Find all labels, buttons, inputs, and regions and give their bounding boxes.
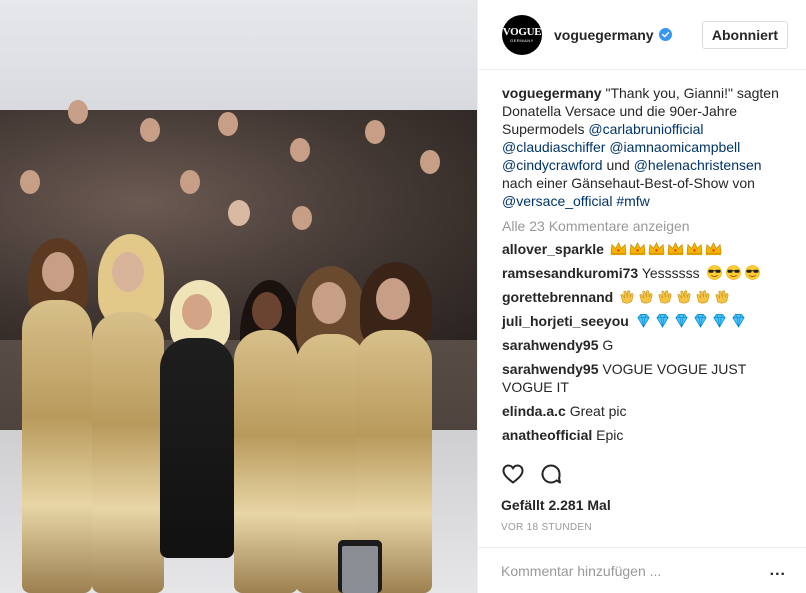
view-all-comments-link[interactable]: Alle 23 Kommentare anzeigen [502,218,782,234]
sunglasses-emoji-icon [704,265,761,281]
caption-username[interactable]: voguegermany [502,85,602,101]
comments-section: voguegermany "Thank you, Gianni!" sagten… [478,70,806,444]
mention-link[interactable]: @claudiaschiffer [502,139,605,155]
comment-text: Yessssss [638,265,704,281]
clapping-hands-emoji-icon [617,289,731,305]
mention-link[interactable]: @carlabruniofficial [588,121,703,137]
avatar[interactable]: VOGUE GERMANY [502,14,542,55]
comment-item: elinda.a.c Great pic [502,402,782,420]
comment-username[interactable]: anatheofficial [502,427,592,443]
comment-item: sarahwendy95 G [502,336,782,354]
add-comment-bar: Kommentar hinzufügen ... ... [477,547,806,593]
avatar-logo-text: VOGUE [502,25,542,38]
comment-bubble-icon[interactable] [539,462,563,486]
like-heart-icon[interactable] [501,462,525,486]
post-timestamp: VOR 18 STUNDEN [501,522,592,533]
verified-badge-icon [658,28,672,41]
follow-button[interactable]: Abonniert [701,20,788,49]
post-header: VOGUE GERMANY voguegermany Abonniert [478,0,806,70]
comment-item: anatheofficial Epic [502,426,782,444]
post-actions [501,462,563,486]
mention-link[interactable]: @helenachristensen [634,157,762,173]
hashtag-link[interactable]: #mfw [616,193,649,209]
comment-username[interactable]: sarahwendy95 [502,337,599,353]
comment-item: ramsesandkuromi73 Yessssss [502,264,782,282]
add-comment-input[interactable]: Kommentar hinzufügen ... [501,563,661,579]
caption-text: nach einer Gänsehaut-Best-of-Show von [502,175,755,191]
avatar-logo-subtext: GERMANY [510,37,534,43]
comment-text: Great pic [565,403,627,419]
comment-username[interactable]: allover_sparkle [502,241,604,257]
comment-username[interactable]: gorettebrennand [502,289,613,305]
comment-username[interactable]: sarahwendy95 [502,361,599,377]
post-caption: voguegermany "Thank you, Gianni!" sagten… [502,84,782,210]
comment-item: allover_sparkle [502,240,782,258]
comment-username[interactable]: ramsesandkuromi73 [502,265,638,281]
comment-username[interactable]: juli_horjeti_seeyou [502,313,629,329]
comment-item: sarahwendy95 VOGUE VOGUE JUST VOGUE IT [502,360,782,396]
mention-link[interactable]: @cindycrawford [502,157,603,173]
mention-link[interactable]: @iamnaomicampbell [609,139,740,155]
comment-text: G [598,337,614,353]
gem-emoji-icon [633,313,747,329]
more-options-button[interactable]: ... [770,562,786,580]
comment-item: juli_horjeti_seeyou [502,312,782,330]
account-username[interactable]: voguegermany [554,27,654,43]
comment-username[interactable]: elinda.a.c [502,403,566,419]
comment-item: gorettebrennand [502,288,782,306]
caption-text: und [602,157,634,173]
mention-link[interactable]: @versace_official [502,193,612,209]
crown-emoji-icon [608,241,722,257]
like-count[interactable]: Gefällt 2.281 Mal [501,497,611,513]
comment-text: Epic [592,427,624,443]
post-photo[interactable] [0,0,477,593]
